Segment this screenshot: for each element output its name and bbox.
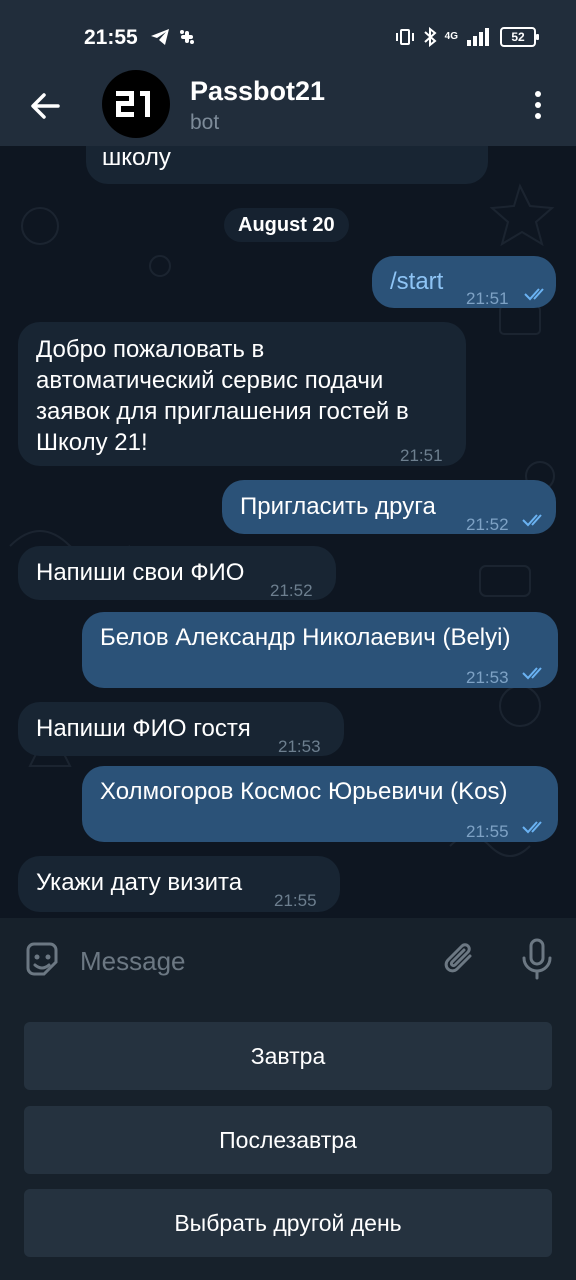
message-text: Укажи дату визита — [36, 869, 243, 896]
message-text: /start — [390, 268, 444, 295]
message-text-line: Школу 21! — [36, 429, 148, 456]
back-button[interactable] — [26, 86, 66, 126]
more-menu-button[interactable] — [526, 88, 550, 122]
message-bubble-incoming[interactable]: школу — [86, 146, 488, 184]
double-check-icon — [522, 667, 542, 680]
message-bubble-incoming[interactable]: Укажи дату визита 21:55 — [18, 856, 340, 912]
message-time: 21:51 — [466, 289, 509, 308]
message-time: 21:53 — [466, 668, 509, 687]
message-text: школу — [102, 146, 171, 171]
message-bubble-incoming[interactable]: Напиши ФИО гостя 21:53 — [18, 702, 344, 756]
reply-button-day-after-tomorrow[interactable]: Послезавтра — [24, 1106, 552, 1174]
status-notification-icons — [150, 28, 196, 46]
sticker-icon — [26, 942, 58, 976]
message-time: 21:52 — [270, 581, 313, 600]
bot-avatar-icon — [116, 91, 150, 117]
vibrate-icon — [395, 29, 414, 45]
microphone-icon — [522, 938, 552, 980]
message-input[interactable]: Message — [80, 946, 186, 977]
message-bubble-outgoing[interactable]: Белов Александр Николаевич (Belyi) 21:53 — [82, 612, 558, 688]
message-bubble-incoming[interactable]: Напиши свои ФИО 21:52 — [18, 546, 336, 600]
message-text-line: заявок для приглашения гостей в — [36, 398, 409, 425]
message-list[interactable]: школу August 20 /start 21:51 Добро пожал… — [0, 146, 576, 918]
message-time: 21:55 — [274, 891, 317, 910]
message-text: Холмогоров Космос Юрьевичи (Kos) — [100, 778, 508, 805]
bot-avatar[interactable] — [102, 70, 170, 138]
slack-icon — [180, 30, 194, 44]
double-check-icon — [522, 821, 542, 834]
message-bubble-incoming[interactable]: Добро пожаловать в автоматический сервис… — [18, 322, 466, 466]
message-bubble-outgoing[interactable]: Пригласить друга 21:52 — [222, 480, 556, 534]
bluetooth-icon — [423, 27, 437, 47]
network-type: 4G — [444, 31, 458, 42]
status-bar: 21:55 4G 52 — [0, 0, 576, 76]
bot-reply-keyboard: Завтра Послезавтра Выбрать другой день — [0, 1000, 576, 1280]
battery-indicator: 52 — [500, 27, 539, 47]
message-bubble-outgoing[interactable]: /start 21:51 — [372, 256, 556, 308]
status-system-icons: 4G 52 — [395, 27, 539, 47]
double-check-icon — [522, 514, 542, 527]
status-time: 21:55 — [84, 26, 138, 49]
message-text-line: Добро пожаловать в — [36, 336, 265, 363]
double-check-icon — [524, 288, 544, 301]
message-text: Напиши свои ФИО — [36, 559, 245, 586]
message-text: Пригласить друга — [240, 493, 436, 520]
sticker-button[interactable] — [22, 940, 62, 985]
message-time: 21:53 — [278, 737, 321, 756]
signal-icon — [467, 28, 489, 46]
message-time: 21:52 — [466, 515, 509, 534]
chat-subtitle: bot — [190, 111, 220, 134]
back-arrow-icon — [31, 93, 60, 119]
date-separator: August 20 — [224, 208, 349, 242]
message-bubble-outgoing[interactable]: Холмогоров Космос Юрьевичи (Kos) 21:55 — [82, 766, 558, 842]
paperclip-icon — [444, 943, 472, 973]
telegram-icon — [151, 29, 169, 45]
more-vert-icon — [526, 91, 550, 119]
message-input-bar: Message — [0, 918, 576, 1000]
chat-title: Passbot21 — [190, 76, 326, 106]
reply-button-tomorrow[interactable]: Завтра — [24, 1022, 552, 1090]
chat-header: Passbot21 bot — [0, 70, 576, 146]
message-time: 21:55 — [466, 822, 509, 841]
message-text: Белов Александр Николаевич (Belyi) — [100, 624, 511, 651]
message-text-line: автоматический сервис подачи — [36, 367, 384, 394]
reply-button-choose-other-day[interactable]: Выбрать другой день — [24, 1189, 552, 1257]
voice-button[interactable] — [520, 938, 554, 985]
message-time: 21:51 — [400, 446, 443, 465]
message-text: Напиши ФИО гостя — [36, 715, 251, 742]
attach-button[interactable] — [440, 940, 480, 985]
